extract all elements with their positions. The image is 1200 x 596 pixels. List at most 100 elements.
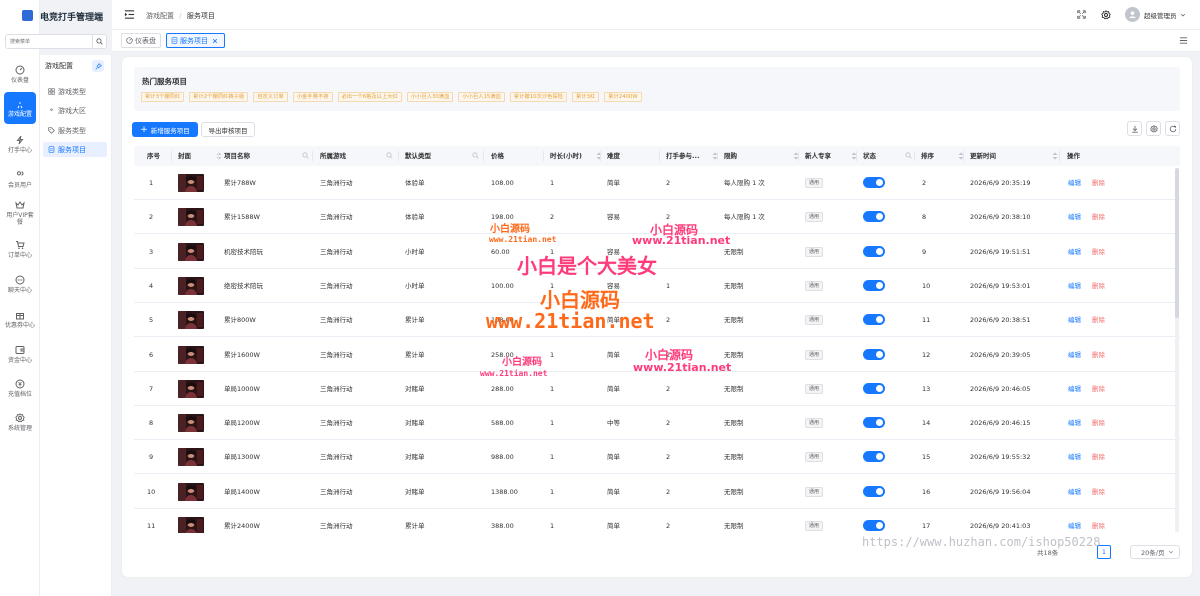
- column-divider[interactable]: [171, 151, 172, 161]
- edit-button[interactable]: 编辑: [1068, 440, 1081, 474]
- hot-service-tag[interactable]: 累计3红: [572, 92, 600, 102]
- page-size-select[interactable]: 20条/页: [1130, 545, 1180, 559]
- download-button[interactable]: [1127, 121, 1142, 136]
- status-toggle[interactable]: [863, 451, 885, 463]
- column-header[interactable]: 时长(小时): [550, 146, 582, 166]
- delete-button[interactable]: 删除: [1092, 200, 1105, 234]
- cover-thumbnail[interactable]: [178, 482, 204, 501]
- edit-button[interactable]: 编辑: [1068, 509, 1081, 533]
- edit-button[interactable]: 编辑: [1068, 338, 1081, 372]
- hot-service-tag[interactable]: 累计3个棚同红: [141, 92, 185, 102]
- cover-thumbnail[interactable]: [178, 208, 204, 227]
- column-divider[interactable]: [398, 151, 399, 161]
- sidebar-item[interactable]: 充值档位: [4, 372, 36, 404]
- status-toggle[interactable]: [863, 245, 885, 257]
- status-toggle[interactable]: [863, 314, 885, 326]
- scrollbar-thumb[interactable]: [1175, 168, 1179, 318]
- submenu-item[interactable]: 服务项目: [43, 142, 107, 157]
- hot-service-tag[interactable]: 自定义订单: [253, 92, 288, 102]
- column-divider[interactable]: [963, 151, 964, 161]
- column-header[interactable]: 排序: [921, 146, 934, 166]
- hot-service-tag[interactable]: 累计2400W: [604, 92, 642, 102]
- menu-search-input[interactable]: [6, 35, 92, 48]
- status-toggle[interactable]: [863, 520, 885, 531]
- delete-button[interactable]: 删除: [1092, 303, 1105, 337]
- edit-button[interactable]: 编辑: [1068, 475, 1081, 509]
- user-menu[interactable]: 超级管理员: [1125, 7, 1186, 22]
- column-header[interactable]: 打手参与...: [666, 146, 699, 166]
- column-header[interactable]: 默认类型: [405, 146, 431, 166]
- status-toggle[interactable]: [863, 348, 885, 360]
- column-header[interactable]: 所属游戏: [320, 146, 346, 166]
- tab-service-items[interactable]: 服务项目: [166, 33, 225, 48]
- sort-icon[interactable]: [596, 152, 602, 160]
- cover-thumbnail[interactable]: [178, 345, 204, 364]
- sort-icon[interactable]: [1052, 152, 1058, 160]
- edit-button[interactable]: 编辑: [1068, 372, 1081, 406]
- table-scrollbar[interactable]: [1175, 168, 1179, 532]
- sidebar-item[interactable]: 系统管理: [4, 406, 36, 438]
- column-header[interactable]: 限购: [724, 146, 737, 166]
- edit-button[interactable]: 编辑: [1068, 406, 1081, 440]
- search-button[interactable]: [92, 35, 106, 48]
- cover-thumbnail[interactable]: [178, 448, 204, 467]
- breadcrumb-item[interactable]: 游戏配置: [146, 12, 174, 20]
- status-toggle[interactable]: [863, 417, 885, 429]
- hot-service-tag[interactable]: 小小巨人30满血: [406, 92, 454, 102]
- cover-thumbnail[interactable]: [178, 379, 204, 398]
- submenu-item[interactable]: 游戏类型: [43, 84, 107, 99]
- edit-button[interactable]: 编辑: [1068, 235, 1081, 269]
- filter-search-icon[interactable]: [472, 152, 479, 159]
- column-divider[interactable]: [798, 151, 799, 161]
- fullscreen-button[interactable]: [1077, 10, 1086, 19]
- sort-icon[interactable]: [216, 152, 222, 160]
- cover-thumbnail[interactable]: [178, 517, 204, 533]
- column-header[interactable]: 项目名称: [224, 146, 250, 166]
- column-divider[interactable]: [914, 151, 915, 161]
- sidebar-item[interactable]: 优惠券中心: [4, 303, 36, 335]
- cover-thumbnail[interactable]: [178, 414, 204, 433]
- hot-service-tag[interactable]: 累计撤10次沙色探险: [509, 92, 568, 102]
- sidebar-item[interactable]: 仪表盘: [4, 58, 36, 90]
- pin-button[interactable]: [92, 60, 104, 72]
- refresh-button[interactable]: [1165, 121, 1180, 136]
- status-toggle[interactable]: [863, 485, 885, 497]
- column-header[interactable]: 封面: [178, 146, 191, 166]
- column-header[interactable]: 更新时间: [970, 146, 996, 166]
- column-header[interactable]: 状态: [863, 146, 876, 166]
- page-button-current[interactable]: 1: [1097, 545, 1111, 559]
- sidebar-item[interactable]: 用户VIP套餐: [4, 197, 36, 229]
- status-toggle[interactable]: [863, 279, 885, 291]
- tab-dashboard[interactable]: 仪表盘: [121, 33, 161, 48]
- edit-button[interactable]: 编辑: [1068, 269, 1081, 303]
- settings-button[interactable]: [1101, 10, 1111, 20]
- column-divider[interactable]: [483, 151, 484, 161]
- column-divider[interactable]: [659, 151, 660, 161]
- filter-search-icon[interactable]: [386, 152, 393, 159]
- close-icon[interactable]: [212, 38, 218, 44]
- column-divider[interactable]: [218, 151, 219, 161]
- sidebar-item[interactable]: 订单中心: [4, 233, 36, 265]
- status-toggle[interactable]: [863, 382, 885, 394]
- column-settings-button[interactable]: [1146, 121, 1161, 136]
- status-toggle[interactable]: [863, 177, 885, 188]
- sidebar-item[interactable]: 游戏配置: [4, 92, 36, 124]
- delete-button[interactable]: 删除: [1092, 509, 1105, 533]
- cover-thumbnail[interactable]: [178, 174, 204, 192]
- tabs-menu-button[interactable]: [1179, 36, 1188, 45]
- sidebar-item[interactable]: 聊天中心: [4, 268, 36, 300]
- cover-thumbnail[interactable]: [178, 276, 204, 295]
- delete-button[interactable]: 删除: [1092, 166, 1105, 200]
- sidebar-item[interactable]: 会员用户: [4, 163, 36, 195]
- hot-service-tag[interactable]: 小金手赛不夜: [292, 92, 333, 102]
- hot-service-tag[interactable]: 累计2个棚同红裤子版: [189, 92, 249, 102]
- edit-button[interactable]: 编辑: [1068, 200, 1081, 234]
- collapse-menu-button[interactable]: [124, 9, 135, 20]
- edit-button[interactable]: 编辑: [1068, 166, 1081, 200]
- delete-button[interactable]: 删除: [1092, 235, 1105, 269]
- hot-service-tag[interactable]: 必出一个6格及以上大红: [337, 92, 402, 102]
- delete-button[interactable]: 删除: [1092, 475, 1105, 509]
- cover-thumbnail[interactable]: [178, 242, 204, 261]
- filter-search-icon[interactable]: [302, 152, 309, 159]
- delete-button[interactable]: 删除: [1092, 440, 1105, 474]
